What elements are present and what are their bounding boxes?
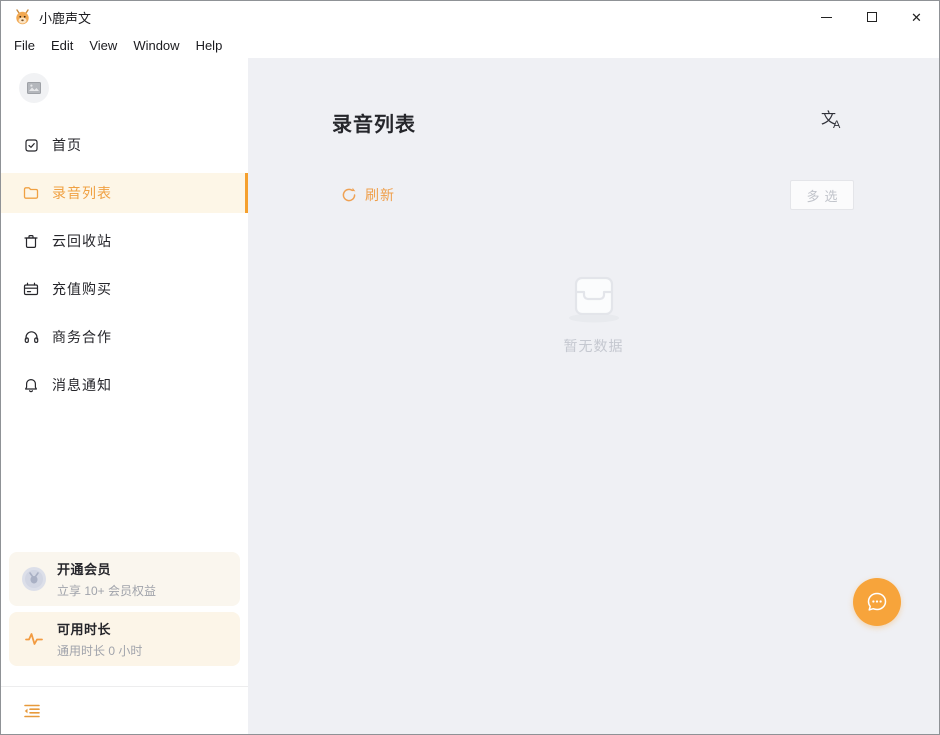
avatar[interactable]: [19, 73, 49, 103]
duration-card[interactable]: 可用时长 通用时长 0 小时: [9, 612, 240, 666]
waveform-icon: [21, 626, 47, 652]
membership-card[interactable]: 开通会员 立享 10+ 会员权益: [9, 552, 240, 606]
empty-text: 暂无数据: [564, 336, 624, 356]
sidebar-item-purchase[interactable]: 充值购买: [1, 269, 248, 309]
sidebar-item-recordings[interactable]: 录音列表: [1, 173, 248, 213]
menu-edit[interactable]: Edit: [43, 36, 81, 55]
minimize-button[interactable]: [804, 1, 849, 33]
maximize-icon: [867, 12, 877, 22]
menubar: File Edit View Window Help: [1, 33, 939, 58]
close-icon: ✕: [911, 11, 922, 24]
sidebar: 首页 录音列表: [1, 58, 248, 734]
duration-subtitle: 通用时长 0 小时: [57, 642, 142, 659]
translate-icon[interactable]: 文 A: [821, 111, 845, 135]
bell-icon: [23, 377, 39, 393]
menu-help[interactable]: Help: [188, 36, 231, 55]
chat-bubble-icon: [865, 590, 889, 614]
menu-file[interactable]: File: [6, 36, 43, 55]
refresh-icon: [341, 187, 357, 203]
menu-view[interactable]: View: [81, 36, 125, 55]
sidebar-nav: 首页 录音列表: [1, 125, 248, 413]
translate-a-glyph: A: [833, 120, 840, 131]
app-logo-deer-icon: [14, 9, 31, 26]
sidebar-item-label: 消息通知: [52, 375, 112, 395]
main-header: 录音列表 文 A: [332, 108, 845, 137]
sidebar-item-label: 充值购买: [52, 279, 112, 299]
membership-subtitle: 立享 10+ 会员权益: [57, 582, 156, 599]
broken-image-icon: [27, 82, 41, 94]
trash-icon: [23, 233, 39, 249]
toolbar: 刷新 多选: [341, 180, 854, 210]
sidebar-item-label: 商务合作: [52, 327, 112, 347]
home-icon: [23, 137, 39, 153]
minimize-icon: [821, 17, 832, 18]
sidebar-item-label: 云回收站: [52, 231, 112, 251]
empty-inbox-icon: [564, 266, 624, 324]
membership-medal-icon: [21, 566, 47, 592]
headset-icon: [23, 329, 39, 345]
main-content: 录音列表 文 A 刷新 多选: [248, 58, 939, 734]
sidebar-item-label: 首页: [52, 135, 82, 155]
sidebar-item-home[interactable]: 首页: [1, 125, 248, 165]
feedback-chat-button[interactable]: [853, 578, 901, 626]
sidebar-bottom: 开通会员 立享 10+ 会员权益 可用时长 通用时长 0 小时: [1, 552, 248, 686]
refresh-button[interactable]: 刷新: [341, 185, 395, 205]
maximize-button[interactable]: [849, 1, 894, 33]
titlebar: 小鹿声文 ✕: [1, 1, 939, 33]
duration-title: 可用时长: [57, 619, 142, 638]
membership-title: 开通会员: [57, 559, 156, 578]
sidebar-item-business[interactable]: 商务合作: [1, 317, 248, 357]
refresh-label: 刷新: [365, 185, 395, 205]
sidebar-item-recycle-bin[interactable]: 云回收站: [1, 221, 248, 261]
window-title: 小鹿声文: [39, 8, 91, 27]
empty-state: 暂无数据: [248, 266, 939, 356]
purchase-icon: [23, 281, 39, 297]
menu-window[interactable]: Window: [125, 36, 187, 55]
window-controls: ✕: [804, 1, 939, 33]
sidebar-item-notifications[interactable]: 消息通知: [1, 365, 248, 405]
app-window: 小鹿声文 ✕ File Edit View Window Help: [0, 0, 940, 735]
folder-icon: [23, 185, 39, 201]
close-button[interactable]: ✕: [894, 1, 939, 33]
sidebar-footer: [1, 686, 248, 734]
page-title: 录音列表: [332, 108, 416, 137]
collapse-sidebar-icon[interactable]: [23, 703, 41, 719]
sidebar-item-label: 录音列表: [52, 183, 112, 203]
multiselect-button[interactable]: 多选: [790, 180, 854, 210]
